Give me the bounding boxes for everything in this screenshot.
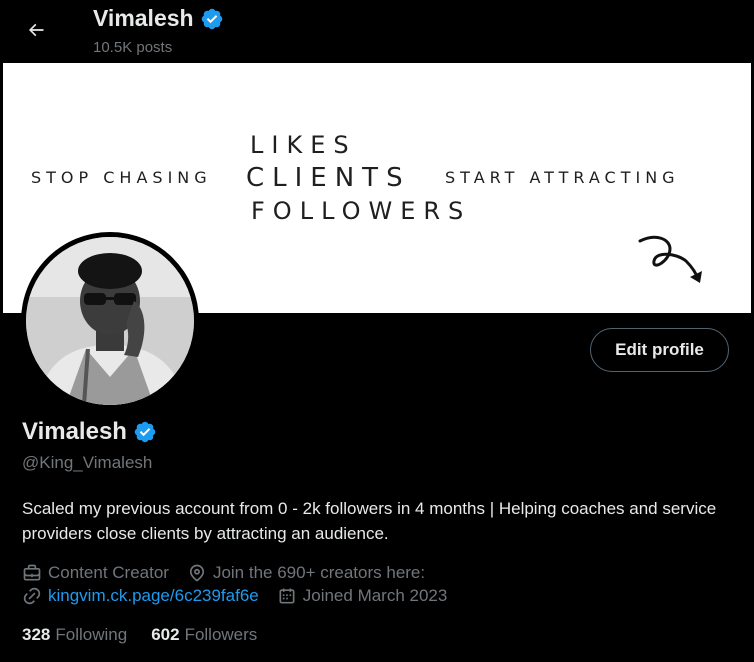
- profile-joined: Joined March 2023: [277, 586, 448, 606]
- location-pin-icon: [189, 564, 205, 582]
- profile-name: Vimalesh: [22, 418, 157, 446]
- top-bar: Vimalesh 10.5K posts: [0, 0, 754, 63]
- profile-display-name: Vimalesh: [22, 418, 127, 445]
- curly-arrow-doodle: [638, 235, 702, 283]
- profile-category: Content Creator: [22, 563, 169, 583]
- followers-link[interactable]: 602 Followers: [151, 625, 257, 645]
- edit-profile-button[interactable]: Edit profile: [590, 328, 729, 372]
- following-label: Following: [55, 625, 128, 644]
- profile-location: Join the 690+ creators here:: [187, 563, 425, 583]
- header-name: Vimalesh: [93, 5, 194, 31]
- banner-stack-top: LIKES: [250, 131, 357, 159]
- calendar-icon: [279, 588, 295, 604]
- profile-avatar[interactable]: [21, 232, 199, 410]
- following-link[interactable]: 328 Following: [22, 625, 127, 645]
- profile-meta-row-1: Content Creator Join the 690+ creators h…: [22, 563, 443, 583]
- header-post-count: 10.5K posts: [93, 39, 173, 56]
- profile-joined-text: Joined March 2023: [302, 586, 448, 605]
- profile-handle: @King_Vimalesh: [22, 453, 153, 472]
- avatar-portrait: [26, 237, 194, 405]
- profile-website-link[interactable]: kingvim.ck.page/6c239faf6e: [48, 586, 259, 606]
- header-title: Vimalesh: [93, 5, 224, 32]
- banner-stack-bottom: FOLLOWERS: [251, 197, 472, 225]
- profile-category-text: Content Creator: [48, 563, 169, 582]
- banner-right-text: START ATTRACTING: [445, 168, 680, 187]
- profile-website[interactable]: kingvim.ck.page/6c239faf6e: [22, 586, 259, 606]
- followers-label: Followers: [184, 625, 258, 644]
- profile-bio: Scaled my previous account from 0 - 2k f…: [22, 499, 717, 543]
- back-button[interactable]: [18, 12, 54, 48]
- profile-location-text: Join the 690+ creators here:: [212, 563, 426, 582]
- briefcase-icon: [23, 564, 41, 581]
- profile-stats: 328 Following 602 Followers: [22, 625, 257, 645]
- back-arrow-icon: [28, 23, 44, 37]
- banner-left-text: STOP CHASING: [31, 168, 212, 187]
- following-count: 328: [22, 625, 51, 644]
- followers-count: 602: [151, 625, 180, 644]
- link-icon: [23, 587, 41, 605]
- verified-badge-icon[interactable]: [133, 420, 157, 444]
- avatar-photo: [26, 237, 194, 405]
- profile-meta-row-2: kingvim.ck.page/6c239faf6e Joined March …: [22, 586, 465, 606]
- banner-stack-mid: CLIENTS: [246, 163, 411, 193]
- verified-badge-icon: [201, 8, 222, 29]
